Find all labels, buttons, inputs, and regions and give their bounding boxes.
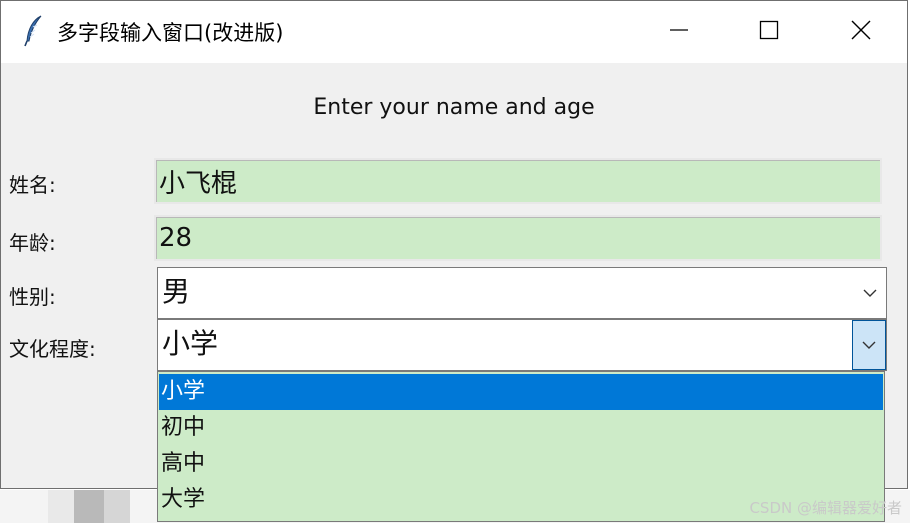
feather-icon xyxy=(23,15,45,47)
maximize-icon xyxy=(759,20,779,44)
chevron-down-icon[interactable] xyxy=(854,268,886,318)
name-label: 姓名: xyxy=(9,173,56,197)
watermark-text: CSDN @编辑器爱好者 xyxy=(749,499,902,517)
dropdown-option[interactable]: 高中 xyxy=(159,446,883,482)
gender-label: 性别: xyxy=(9,285,56,309)
title-bar[interactable]: 多字段输入窗口(改进版) xyxy=(1,1,907,63)
dropdown-option[interactable]: 小学 xyxy=(159,374,883,410)
name-input[interactable] xyxy=(154,158,882,204)
close-button[interactable] xyxy=(815,1,907,63)
background-block xyxy=(48,490,74,523)
instruction-label: Enter your name and age xyxy=(313,95,595,120)
minimize-button[interactable] xyxy=(633,1,725,63)
gender-value: 男 xyxy=(162,275,191,308)
maximize-button[interactable] xyxy=(723,1,815,63)
age-input[interactable] xyxy=(154,215,882,261)
background-block xyxy=(104,490,130,523)
gender-combobox[interactable]: 男 xyxy=(157,267,887,319)
chevron-down-icon[interactable] xyxy=(852,320,886,370)
minimize-icon xyxy=(669,20,689,44)
age-label: 年龄: xyxy=(9,231,56,255)
dropdown-option[interactable]: 初中 xyxy=(159,410,883,446)
window-title: 多字段输入窗口(改进版) xyxy=(57,21,284,45)
background-block xyxy=(74,490,104,523)
education-label: 文化程度: xyxy=(9,337,96,361)
close-icon xyxy=(850,19,872,45)
education-value: 小学 xyxy=(162,327,219,360)
education-combobox[interactable]: 小学 xyxy=(157,319,887,371)
